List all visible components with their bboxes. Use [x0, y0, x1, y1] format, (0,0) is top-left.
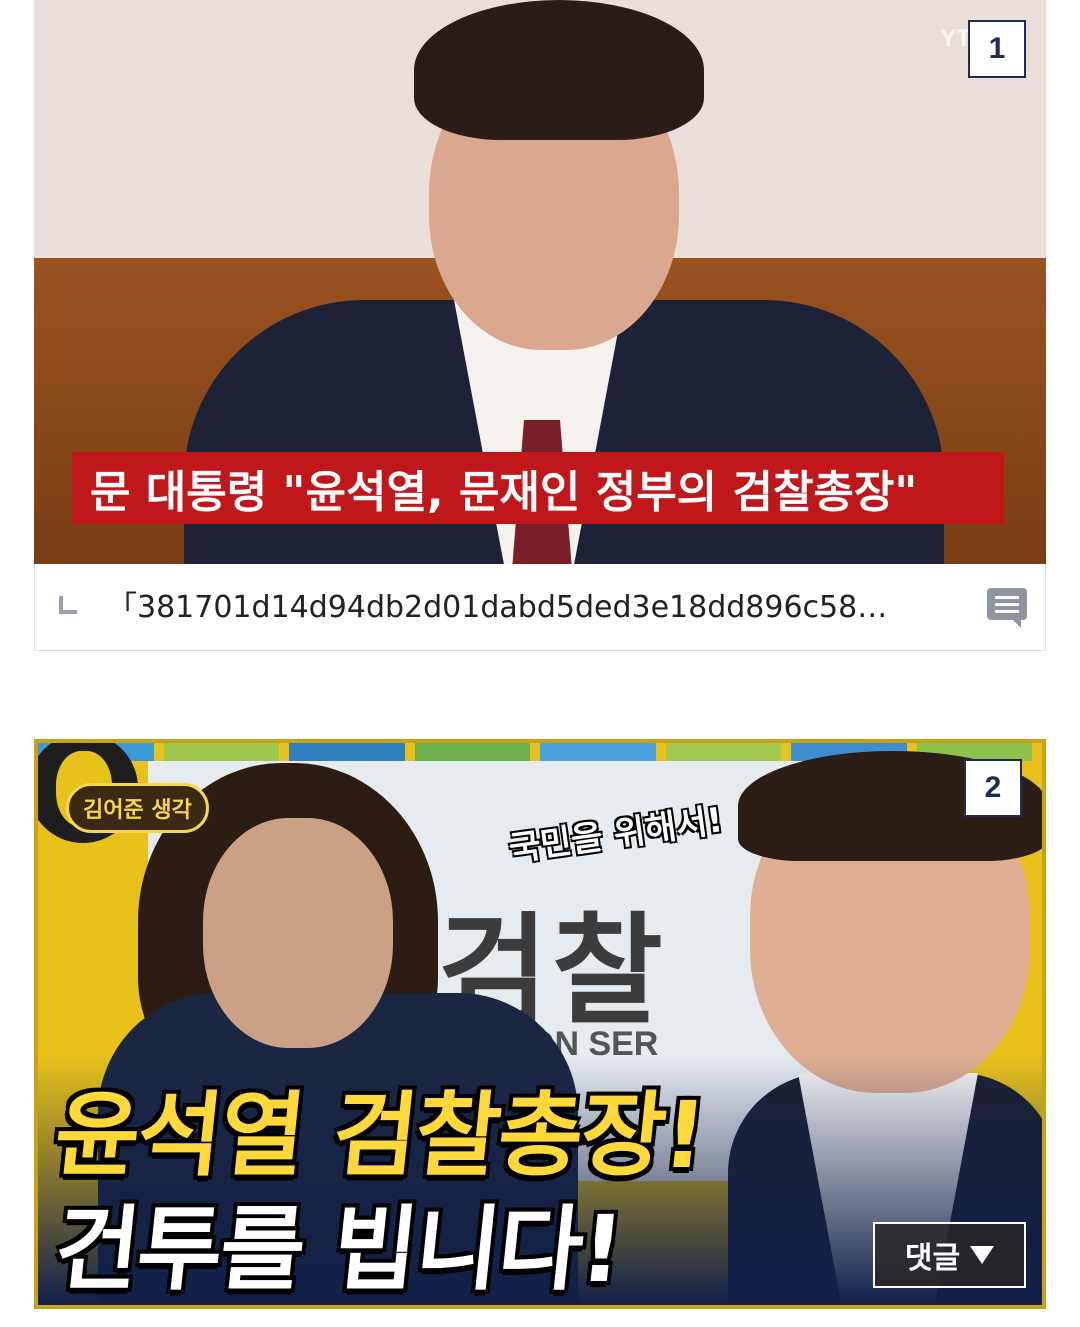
news-caption-banner: 문 대통령 "윤석열, 문재인 정부의 검찰총장": [72, 452, 1004, 524]
reply-arrow-icon: [57, 596, 79, 618]
comment-icon[interactable]: [987, 588, 1027, 628]
chevron-down-icon: [970, 1246, 995, 1264]
speaker-hair: [414, 0, 704, 140]
backdrop-stripe: [665, 743, 781, 761]
headline-line-2: 건투를 빕니다!: [49, 1196, 627, 1303]
backdrop-stripe: [414, 743, 530, 761]
image-number-badge: 2: [964, 759, 1022, 817]
post-image-1[interactable]: YT 문 대통령 "윤석열, 문재인 정부의 검찰총장" 1: [34, 0, 1046, 564]
image-caption-row[interactable]: 「381701d14d94db2d01dabd5ded3e18dd896c58…: [34, 564, 1046, 651]
backdrop-stripe: [289, 743, 405, 761]
broadcaster-watermark: YT: [940, 25, 971, 52]
comment-toggle-label: 댓글: [904, 1241, 961, 1276]
image-caption-text[interactable]: 「381701d14d94db2d01dabd5ded3e18dd896c58…: [107, 564, 977, 651]
channel-logo-label: 김어준 생각: [66, 783, 209, 833]
left-person-face: [203, 818, 393, 1048]
comment-toggle-button[interactable]: 댓글: [873, 1222, 1026, 1288]
image-number-badge: 1: [968, 20, 1026, 78]
backdrop-stripe: [163, 743, 279, 761]
backdrop-stripe: [540, 743, 656, 761]
